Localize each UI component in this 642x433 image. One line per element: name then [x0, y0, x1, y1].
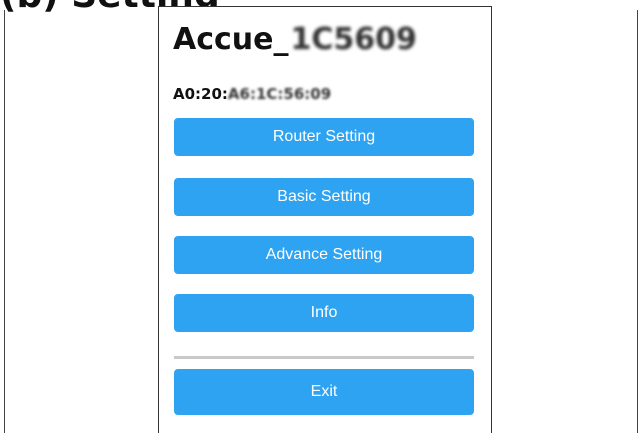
basic-setting-button[interactable]: Basic Setting — [174, 178, 474, 216]
router-setting-button[interactable]: Router Setting — [174, 118, 474, 156]
device-name: Accue_ 1C5609 — [173, 21, 417, 57]
exit-button[interactable]: Exit — [174, 369, 474, 415]
mac-address: A0:20: A6:1C:56:09 — [173, 83, 331, 105]
phone-screen: Accue_ 1C5609 A0:20: A6:1C:56:09 Router Se… — [158, 6, 492, 433]
menu-divider — [174, 356, 474, 359]
mac-address-prefix: A0:20: — [173, 85, 228, 103]
device-name-masked: 1C5609 — [290, 21, 417, 57]
mac-address-masked: A6:1C:56:09 — [227, 85, 332, 103]
advance-setting-button[interactable]: Advance Setting — [174, 236, 474, 274]
device-name-prefix: Accue_ — [173, 21, 289, 57]
info-button[interactable]: Info — [174, 294, 474, 332]
